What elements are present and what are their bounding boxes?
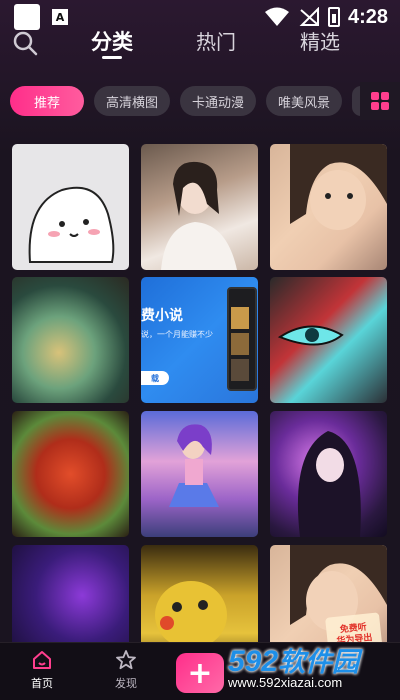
ad-book-cover: [231, 359, 249, 381]
portrait-illustration: [290, 144, 387, 230]
grid-icon: [371, 92, 389, 110]
search-icon[interactable]: [12, 30, 38, 56]
all-categories-button[interactable]: [360, 82, 400, 120]
wallpaper-thumbnail-face-art[interactable]: [270, 144, 387, 270]
nav-label: 发现: [115, 677, 137, 690]
keyboard-indicator-icon: A: [52, 9, 68, 25]
nav-discover[interactable]: 发现: [102, 649, 150, 691]
wallpaper-thumbnail-fantasy-horse[interactable]: [12, 277, 129, 403]
ad-banner-novel[interactable]: 费小说 说，一个月能赚不少 载: [141, 277, 258, 403]
chip-cartoon-anime[interactable]: 卡通动漫: [180, 86, 257, 116]
ad-book-cover: [231, 307, 249, 329]
character-illustration: [169, 424, 219, 507]
home-icon: [33, 651, 51, 669]
watermark-url: www.592xiazai.com: [228, 675, 343, 690]
wallpaper-thumbnail-anime-girl[interactable]: [270, 411, 387, 537]
chip-recommend[interactable]: 推荐: [10, 86, 85, 116]
cartoon-face-illustration: [28, 186, 115, 263]
tab-featured[interactable]: 精选: [268, 24, 372, 56]
watermark-logo-digits: 592: [228, 645, 279, 678]
wallpaper-thumbnail-game-character[interactable]: [141, 411, 258, 537]
star-icon: [116, 650, 136, 670]
add-button[interactable]: +: [176, 653, 224, 693]
anime-eye-illustration: [277, 325, 344, 346]
ad-book-cover: [231, 333, 249, 355]
tab-category[interactable]: 分类: [60, 24, 164, 59]
ad-title: 费小说: [141, 308, 183, 324]
category-chips: 推荐 高清横图 卡通动漫 唯美风景 明: [10, 86, 371, 116]
anime-girl-illustration: [297, 431, 361, 537]
ad-download-button[interactable]: 载: [141, 371, 169, 385]
portrait-illustration: [161, 161, 237, 270]
wallpaper-thumbnail-autumn-leaves[interactable]: [12, 411, 129, 537]
tab-label: 热门: [196, 30, 236, 54]
top-tabs: 分类 热门 精选: [60, 24, 372, 59]
active-tab-indicator: [102, 56, 122, 59]
tab-label: 分类: [91, 30, 133, 54]
app-screen: A 4:28 分类 热门 精选 推荐 高清横图 卡通动漫 唯美风景 费小说 说，…: [0, 0, 400, 700]
wallpaper-thumbnail-anime-eye[interactable]: [270, 277, 387, 403]
chip-scenery[interactable]: 唯美风景: [266, 86, 343, 116]
watermark-logo-text: 软件园: [278, 647, 360, 677]
wallpaper-thumbnail-girl-portrait[interactable]: [141, 144, 258, 270]
top-header: 分类 热门 精选: [0, 24, 400, 64]
nav-home[interactable]: 首页: [18, 649, 66, 691]
tab-hot[interactable]: 热门: [164, 24, 268, 56]
watermark-logo: 592软件园: [228, 640, 400, 679]
nav-label: 首页: [31, 677, 53, 690]
tab-label: 精选: [300, 30, 340, 54]
ad-description: 说，一个月能赚不少: [141, 330, 213, 339]
ad-text: 费小说 说，一个月能赚不少: [141, 305, 231, 340]
wallpaper-thumbnail-cute-cartoon[interactable]: [12, 144, 129, 270]
chip-hd-landscape[interactable]: 高清横图: [94, 86, 171, 116]
site-watermark: 592软件园 www.592xiazai.com: [228, 640, 400, 700]
